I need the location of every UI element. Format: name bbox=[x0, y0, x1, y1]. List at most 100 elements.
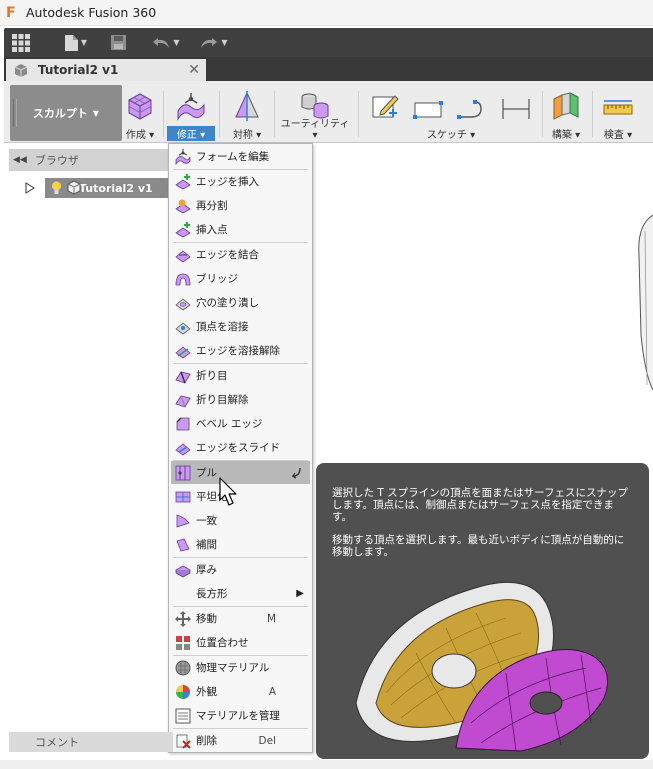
interpolate-icon bbox=[175, 537, 191, 553]
submenu-arrow-icon: ▶ bbox=[296, 588, 304, 599]
menu-item-label: 外観 bbox=[196, 686, 217, 698]
match-icon bbox=[175, 513, 191, 529]
chevron-down-icon: ▼ bbox=[80, 38, 88, 47]
spline-icon bbox=[457, 100, 482, 119]
ribbon-group-inspect[interactable]: 検査 ▾ bbox=[598, 87, 638, 141]
menu-item-label: エッジをスライド bbox=[196, 442, 280, 454]
menu-item-manage-materials[interactable]: マテリアルを管理 bbox=[171, 704, 310, 727]
menu-item-merge-edge[interactable]: エッジを結合 bbox=[171, 243, 310, 266]
ribbon-group-sketch[interactable]: スケッチ ▾ bbox=[364, 87, 538, 141]
menu-item-appearance[interactable]: 外観 A bbox=[171, 680, 310, 703]
menu-item-unweld-edges[interactable]: エッジを溶接解除 bbox=[171, 339, 310, 362]
symmetry-icon bbox=[235, 91, 259, 121]
undo-button[interactable]: ▼ bbox=[146, 32, 186, 54]
mouse-cursor-icon bbox=[219, 477, 237, 506]
menu-item-insert-point[interactable]: 挿入点 bbox=[171, 218, 310, 241]
menu-item-insert-edge[interactable]: エッジを挿入 bbox=[171, 170, 310, 193]
bevel-edge-icon bbox=[175, 416, 191, 432]
menu-item-edit-form[interactable]: フォームを編集 bbox=[171, 145, 310, 168]
menu-item-label: 頂点を溶接 bbox=[196, 321, 249, 333]
comment-bar[interactable]: コメント bbox=[9, 732, 173, 752]
menu-item-move[interactable]: 移動 M bbox=[171, 607, 310, 630]
subdivide-icon bbox=[175, 198, 191, 214]
menu-item-crease[interactable]: 折り目 bbox=[171, 364, 310, 387]
unweld-edges-icon bbox=[175, 343, 191, 359]
ribbon-group-label: ユーティリティ bbox=[280, 119, 350, 130]
close-icon[interactable]: ✕ bbox=[188, 62, 200, 78]
undo-icon bbox=[153, 37, 170, 48]
flatten-icon bbox=[175, 489, 191, 505]
menu-item-label: 厚み bbox=[196, 564, 217, 576]
tree-expand[interactable] bbox=[25, 178, 35, 198]
menu-item-thicken[interactable]: 厚み bbox=[171, 558, 310, 581]
menu-item-label: 物理マテリアル bbox=[196, 662, 270, 674]
tool-tooltip: 選択した T スプラインの頂点を面またはサーフェスにスナップします。頂点には、制… bbox=[316, 463, 649, 759]
delete-icon bbox=[175, 733, 191, 749]
data-panel-button[interactable] bbox=[4, 32, 38, 54]
menu-item-label: 折り目解除 bbox=[196, 394, 249, 406]
pin-icon[interactable] bbox=[288, 465, 302, 479]
tree-node-root[interactable]: Tutorial2 v1 bbox=[45, 178, 171, 198]
menu-item-match[interactable]: 一致 bbox=[171, 509, 310, 532]
title-bar: F Autodesk Fusion 360 bbox=[0, 0, 653, 26]
ribbon-group-symmetry[interactable]: 対称 ▾ bbox=[226, 87, 268, 141]
ribbon-group-label: スケッチ bbox=[426, 130, 467, 141]
menu-item-align[interactable]: 位置合わせ bbox=[171, 631, 310, 654]
menu-item-delete[interactable]: 削除 Del bbox=[171, 729, 310, 752]
menu-item-label: 移動 bbox=[196, 613, 217, 625]
menu-item-bevel-edge[interactable]: ベベル エッジ bbox=[171, 412, 310, 435]
tooltip-illustration bbox=[355, 581, 609, 752]
expand-arrow-icon bbox=[25, 182, 35, 194]
weld-vertices-icon bbox=[175, 319, 191, 335]
menu-item-fill-hole[interactable]: 穴の塗り潰し bbox=[171, 291, 310, 314]
edit-form-icon bbox=[175, 148, 191, 165]
redo-button[interactable]: ▼ bbox=[194, 32, 234, 54]
uncrease-icon bbox=[175, 392, 191, 408]
workspace-switcher[interactable]: スカルプト ▼ bbox=[10, 85, 122, 141]
menu-item-label: 挿入点 bbox=[196, 224, 228, 236]
workspace-label: スカルプト bbox=[32, 107, 88, 120]
ribbon-group-label: 対称 bbox=[232, 130, 253, 141]
menu-item-label: 削除 bbox=[196, 735, 217, 747]
lightbulb-icon[interactable] bbox=[51, 181, 62, 195]
chevron-down-icon: ▼ bbox=[92, 108, 100, 118]
ribbon-group-create[interactable]: 作成 ▾ bbox=[120, 87, 160, 141]
document-tab-label: Tutorial2 v1 bbox=[38, 63, 119, 77]
comment-label: コメント bbox=[35, 736, 79, 749]
ribbon-group-label: 作成 bbox=[125, 130, 146, 141]
move-icon bbox=[175, 610, 191, 627]
ribbon-group-construct[interactable]: 構築 ▾ bbox=[546, 87, 586, 141]
menu-item-label: ブリッジ bbox=[196, 273, 238, 285]
menu-item-physical-material[interactable]: 物理マテリアル bbox=[171, 656, 310, 679]
menu-item-weld-vertices[interactable]: 頂点を溶接 bbox=[171, 315, 310, 338]
menu-item-uncrease[interactable]: 折り目解除 bbox=[171, 388, 310, 411]
appearance-icon bbox=[175, 684, 191, 700]
chevron-down-icon: ▼ bbox=[173, 38, 180, 47]
quick-access-toolbar: ▼ ▼ ▼ bbox=[4, 28, 653, 57]
menu-item-subdivide[interactable]: 再分割 bbox=[171, 194, 310, 217]
ribbon-group-label: 構築 bbox=[551, 130, 572, 141]
ribbon-group-label: 検査 bbox=[603, 130, 624, 141]
menu-item-rectangle[interactable]: 長方形 ▶ bbox=[171, 582, 310, 605]
menu-item-label: 再分割 bbox=[196, 200, 228, 212]
physical-material-icon bbox=[175, 660, 191, 676]
menu-item-bridge[interactable]: ブリッジ bbox=[171, 267, 310, 290]
tooltip-instructions: 移動する頂点を選択します。最も近いボディに頂点が自動的に移動します。 bbox=[332, 534, 625, 558]
ribbon-group-utility[interactable]: ユーティリティ ▾ bbox=[280, 87, 350, 141]
shortcut-key: Del bbox=[258, 734, 276, 747]
shortcut-key: M bbox=[266, 612, 276, 625]
redo-icon bbox=[201, 37, 218, 48]
browser-header[interactable]: ◀◀ ブラウザ bbox=[9, 149, 171, 171]
menu-item-label: ベベル エッジ bbox=[196, 418, 263, 430]
file-icon bbox=[64, 34, 78, 51]
crease-icon bbox=[175, 368, 191, 384]
document-tab[interactable]: Tutorial2 v1 ✕ bbox=[6, 59, 206, 81]
collapse-icon[interactable]: ◀◀ bbox=[13, 155, 27, 165]
ribbon-group-modify[interactable]: 修正 ▾ bbox=[167, 87, 215, 141]
menu-item-slide-edge[interactable]: エッジをスライド bbox=[171, 436, 310, 459]
file-menu-button[interactable]: ▼ bbox=[54, 32, 98, 54]
menu-item-interpolate[interactable]: 補間 bbox=[171, 533, 310, 556]
create-sketch-icon bbox=[372, 95, 399, 118]
save-button[interactable] bbox=[106, 32, 130, 54]
menu-item-label: 穴の塗り潰し bbox=[196, 297, 259, 309]
